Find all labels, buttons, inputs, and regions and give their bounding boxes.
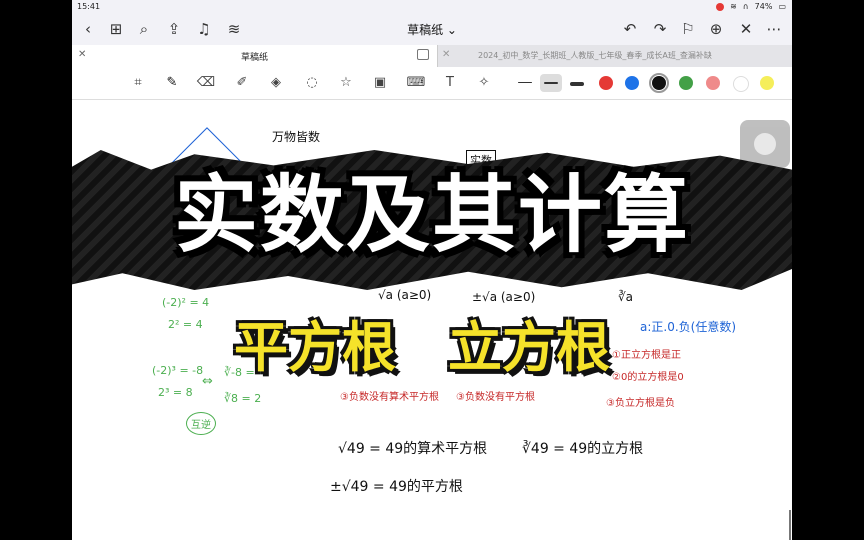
note-green-3: (-2)³ = -8 — [152, 364, 204, 377]
color-yellow[interactable] — [760, 76, 774, 90]
laser-pointer-icon[interactable]: ✧ — [474, 74, 494, 92]
stroke-medium[interactable] — [540, 74, 562, 92]
notebook-title[interactable]: 草稿纸 ⌄ — [372, 21, 492, 38]
note-red-3: ③负立方根是负 — [606, 398, 675, 409]
highlighter-icon[interactable]: ✐ — [232, 74, 252, 92]
note-green-arrow: ⇔ — [202, 374, 213, 389]
color-white[interactable] — [733, 76, 749, 92]
microphone-icon[interactable]: ♫ — [194, 19, 214, 39]
pen-icon[interactable]: ✎ — [162, 74, 182, 92]
wifi-icon: ≋ — [730, 2, 737, 11]
waveform-icon[interactable]: ≋ — [224, 19, 244, 39]
recording-icon — [716, 2, 725, 11]
note-cbrt-a: ∛a — [618, 290, 633, 304]
text-icon[interactable]: T — [440, 74, 460, 92]
close-icon[interactable]: ✕ — [736, 19, 756, 39]
lasso-icon[interactable]: ◌ — [302, 74, 322, 92]
split-view-icon[interactable] — [417, 49, 429, 60]
tab-title: 草稿纸 — [240, 53, 268, 63]
grid-icon[interactable]: ⊞ — [106, 19, 126, 39]
image-icon[interactable]: ▣ — [370, 74, 390, 92]
back-icon[interactable]: ‹ — [78, 19, 98, 39]
color-green[interactable] — [679, 76, 693, 90]
tab-bar: ✕ 草稿纸 ✕ 2024_初中_数学_长期班_人教版_七年级_春季_成长A班_查… — [72, 45, 792, 68]
note-green-circle: 互逆 — [186, 412, 216, 435]
toggle-knob — [754, 133, 776, 155]
stroke-thin[interactable] — [514, 74, 536, 92]
color-pink[interactable] — [706, 76, 720, 90]
search-icon[interactable]: ⌕ — [134, 19, 154, 39]
tab-scratch[interactable]: ✕ 草稿纸 — [72, 45, 438, 67]
video-subtitle-left: 平方根 — [234, 316, 396, 379]
note-red-1: ③负数没有算术平方根 — [340, 392, 439, 403]
tab-title: 2024_初中_数学_长期班_人教版_七年级_春季_成长A班_查漏补缺 — [478, 51, 712, 60]
note-red-5: ②0的立方根是0 — [612, 372, 684, 383]
eraser-icon[interactable]: ⌫ — [196, 74, 216, 92]
note-green-2: 2² = 4 — [168, 318, 203, 331]
note-blue-right: a:正.0.负(任意数) — [640, 320, 737, 334]
note-red-4: ①正立方根是正 — [612, 350, 681, 361]
keyboard-icon[interactable]: ⌨ — [406, 74, 426, 92]
color-blue[interactable] — [625, 76, 639, 90]
share-icon[interactable]: ⇪ — [164, 19, 184, 39]
note-top-label: 万物皆数 — [272, 130, 321, 144]
note-bottom-2: ±√49 = 49的平方根 — [330, 479, 463, 495]
video-title: 实数及其计算 — [173, 166, 690, 264]
tab-close-icon[interactable]: ✕ — [442, 49, 450, 60]
headphones-icon: ∩ — [742, 2, 749, 11]
video-subtitle-right: 立方根 — [448, 316, 610, 379]
undo-icon[interactable]: ↶ — [620, 19, 640, 39]
stroke-thick[interactable] — [566, 74, 588, 92]
drawing-toolbar: ⌗ ✎ ⌫ ✐ ◈ ◌ ☆ ▣ ⌨ T ✧ — [72, 67, 792, 100]
note-bottom-1-left: √49 = 49的算术平方根 — [338, 441, 488, 457]
color-red[interactable] — [599, 76, 613, 90]
ipad-screen: 15:41 ≋ ∩ 74% ▭ ‹ ⊞ ⌕ ⇪ ♫ ≋ 草稿纸 ⌄ ↶ ↷ ⚐ … — [72, 0, 792, 540]
status-right: ≋ ∩ 74% ▭ — [716, 2, 786, 11]
note-red-2: ③负数没有平方根 — [456, 392, 535, 403]
color-black[interactable] — [649, 73, 669, 93]
note-green-4: 2³ = 8 — [158, 386, 193, 399]
sticker-icon[interactable]: ☆ — [336, 74, 356, 92]
note-pm-sqrt-a: ±√a (a≥0) — [472, 290, 536, 304]
page-scroll-indicator[interactable] — [789, 510, 791, 540]
battery-percent: 74% — [754, 2, 773, 11]
note-sqrt-a: √a (a≥0) — [378, 288, 432, 302]
note-green-6: ∛8 = 2 — [224, 392, 262, 405]
shapes-icon[interactable]: ◈ — [266, 74, 286, 92]
status-bar: 15:41 ≋ ∩ 74% ▭ — [72, 0, 792, 13]
battery-icon: ▭ — [778, 2, 786, 11]
nav-bar: ‹ ⊞ ⌕ ⇪ ♫ ≋ 草稿纸 ⌄ ↶ ↷ ⚐ ⊕ ✕ ⋯ — [72, 13, 792, 45]
note-green-1: (-2)² = 4 — [162, 296, 210, 309]
lasso-ocr-icon[interactable]: ⌗ — [128, 74, 148, 92]
status-time: 15:41 — [77, 2, 101, 11]
add-page-icon[interactable]: ⊕ — [706, 19, 726, 39]
more-icon[interactable]: ⋯ — [764, 19, 784, 39]
tab-lesson[interactable]: ✕ 2024_初中_数学_长期班_人教版_七年级_春季_成长A班_查漏补缺 — [438, 45, 792, 67]
bookmark-icon[interactable]: ⚐ — [678, 19, 698, 39]
redo-icon[interactable]: ↷ — [650, 19, 670, 39]
note-bottom-1-right: ∛49 = 49的立方根 — [522, 441, 644, 457]
